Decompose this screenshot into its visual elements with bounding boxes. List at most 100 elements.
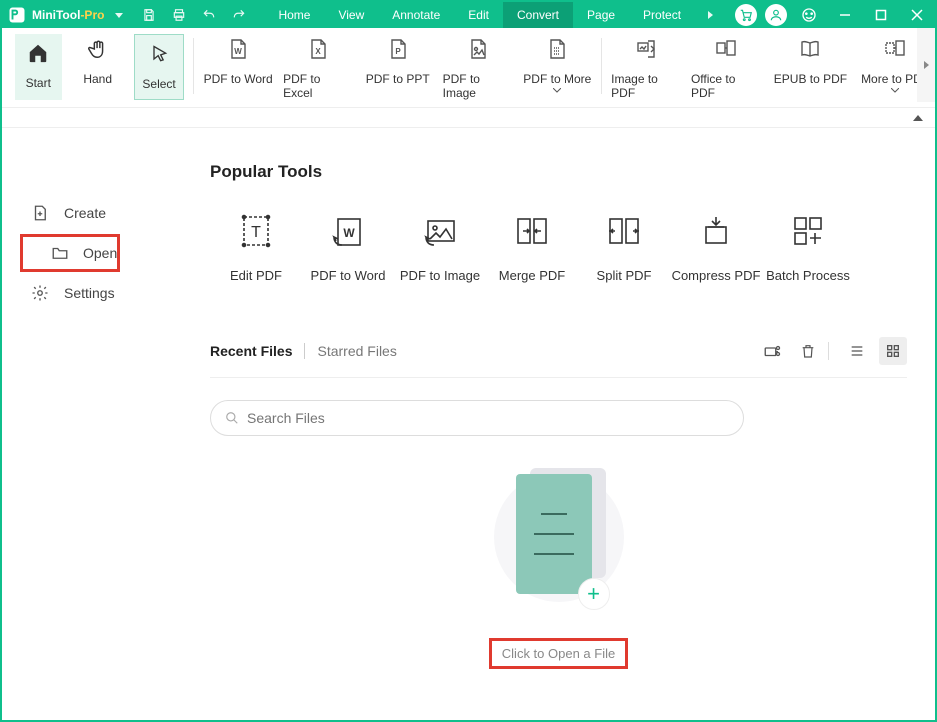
tab-starred-files[interactable]: Starred Files — [304, 343, 396, 359]
menu-more-icon[interactable] — [695, 2, 725, 28]
svg-text:W: W — [343, 226, 355, 240]
title-dropdown-icon[interactable] — [104, 2, 134, 28]
sidebar-item-label: Open — [83, 245, 117, 261]
sidebar: Create Open Settings — [2, 128, 202, 720]
sidebar-item-create[interactable]: Create — [2, 194, 202, 232]
menu-annotate[interactable]: Annotate — [378, 2, 454, 28]
delete-action-icon[interactable] — [794, 337, 822, 365]
doc-more-icon — [545, 34, 569, 64]
pop-tool-edit-pdf[interactable]: T Edit PDF — [210, 212, 302, 283]
svg-text:P: P — [395, 47, 401, 56]
doc-image-icon — [466, 34, 490, 64]
tool-start[interactable]: Start — [15, 34, 62, 100]
feedback-icon[interactable] — [791, 2, 827, 28]
menu-edit[interactable]: Edit — [454, 2, 503, 28]
compress-pdf-icon — [696, 212, 736, 250]
more-to-pdf-icon — [883, 34, 907, 64]
pdf-to-image-icon — [420, 212, 460, 250]
undo-icon[interactable] — [194, 2, 224, 28]
doc-word-icon: W — [226, 34, 250, 64]
pop-tool-batch-process[interactable]: Batch Process — [762, 212, 854, 283]
open-file-link[interactable]: Click to Open a File — [489, 638, 628, 669]
menu-protect[interactable]: Protect — [629, 2, 695, 28]
menu-view[interactable]: View — [324, 2, 378, 28]
list-view-icon[interactable] — [843, 337, 871, 365]
search-input[interactable] — [247, 410, 729, 426]
menubar: Home View Annotate Edit Convert Page Pro… — [264, 2, 695, 28]
tool-pdf-to-excel[interactable]: X PDF to Excel — [283, 34, 353, 100]
pop-tool-compress-pdf[interactable]: Compress PDF — [670, 212, 762, 283]
user-icon[interactable] — [765, 4, 787, 26]
menu-convert[interactable]: Convert — [503, 2, 573, 28]
split-pdf-icon — [604, 212, 644, 250]
doc-excel-icon: X — [306, 34, 330, 64]
redo-icon[interactable] — [224, 2, 254, 28]
brand-name: MiniTool — [32, 8, 80, 22]
pdf-to-word-icon: W — [328, 212, 368, 250]
ribbon-collapse-bar — [2, 108, 935, 128]
tool-pdf-to-word[interactable]: W PDF to Word — [203, 34, 273, 100]
brand-suffix: -Pro — [80, 8, 104, 22]
hand-icon — [87, 34, 109, 64]
grid-view-icon[interactable] — [879, 337, 907, 365]
epub-to-pdf-icon — [798, 34, 822, 64]
app-title: MiniTool-Pro — [32, 8, 104, 22]
empty-illustration[interactable]: + — [484, 456, 634, 616]
tab-recent-files[interactable]: Recent Files — [210, 343, 292, 359]
tool-pdf-to-image[interactable]: PDF to Image — [443, 34, 513, 100]
collapse-ribbon-icon[interactable] — [913, 115, 923, 121]
tool-epub-to-pdf[interactable]: EPUB to PDF — [771, 34, 850, 100]
chevron-down-icon — [553, 88, 561, 93]
tool-hand[interactable]: Hand — [72, 34, 124, 100]
empty-state: + Click to Open a File — [210, 456, 907, 669]
chevron-down-icon — [891, 88, 899, 93]
divider — [210, 377, 907, 378]
svg-text:W: W — [234, 47, 242, 56]
close-button[interactable] — [899, 2, 935, 28]
save-icon[interactable] — [134, 2, 164, 28]
main-area: Create Open Settings Popular Tools T Edi… — [2, 128, 935, 720]
folder-icon — [51, 243, 69, 263]
separator — [828, 342, 829, 360]
search-icon — [225, 411, 239, 425]
tool-image-to-pdf[interactable]: Image to PDF — [611, 34, 681, 100]
cursor-icon — [149, 39, 169, 69]
cloud-action-icon[interactable] — [758, 337, 786, 365]
maximize-button[interactable] — [863, 2, 899, 28]
doc-ppt-icon: P — [386, 34, 410, 64]
menu-page[interactable]: Page — [573, 2, 629, 28]
pop-tool-pdf-to-image[interactable]: PDF to Image — [394, 212, 486, 283]
tool-office-to-pdf[interactable]: Office to PDF — [691, 34, 761, 100]
pop-tool-split-pdf[interactable]: Split PDF — [578, 212, 670, 283]
menu-home[interactable]: Home — [264, 2, 324, 28]
sidebar-item-label: Settings — [64, 285, 115, 301]
ribbon-toolbar: Start Hand Select W PDF to Word X PDF to… — [2, 28, 935, 108]
edit-pdf-icon: T — [236, 212, 276, 250]
sidebar-item-label: Create — [64, 205, 106, 221]
batch-process-icon — [788, 212, 828, 250]
print-icon[interactable] — [164, 2, 194, 28]
pop-tool-pdf-to-word[interactable]: W PDF to Word — [302, 212, 394, 283]
svg-text:T: T — [251, 224, 261, 241]
ribbon-separator — [601, 38, 602, 94]
office-to-pdf-icon — [714, 34, 738, 64]
ribbon-overflow-button[interactable] — [917, 28, 935, 102]
popular-tools-row: T Edit PDF W PDF to Word PDF to Image Me… — [210, 212, 907, 283]
pop-tool-merge-pdf[interactable]: Merge PDF — [486, 212, 578, 283]
cart-icon[interactable] — [735, 4, 757, 26]
tool-select[interactable]: Select — [134, 34, 184, 100]
create-icon — [30, 203, 50, 223]
sidebar-item-settings[interactable]: Settings — [2, 274, 202, 312]
app-logo-icon — [6, 4, 28, 26]
titlebar: MiniTool-Pro Home View Annotate Edit Con… — [2, 2, 935, 28]
svg-text:X: X — [315, 47, 321, 56]
sidebar-item-open[interactable]: Open — [20, 234, 120, 272]
merge-pdf-icon — [512, 212, 552, 250]
popular-tools-title: Popular Tools — [210, 162, 907, 182]
tool-pdf-to-ppt[interactable]: P PDF to PPT — [363, 34, 433, 100]
home-icon — [27, 38, 49, 68]
tool-pdf-to-more[interactable]: PDF to More — [522, 34, 592, 100]
gear-icon — [30, 283, 50, 303]
minimize-button[interactable] — [827, 2, 863, 28]
search-files-box[interactable] — [210, 400, 744, 436]
